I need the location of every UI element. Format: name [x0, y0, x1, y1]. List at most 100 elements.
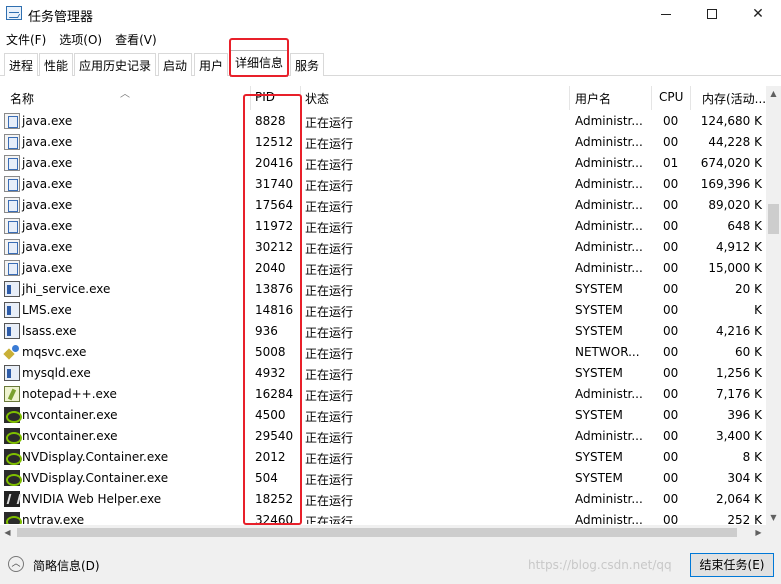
process-user: Administr...: [575, 492, 643, 506]
tab-startup[interactable]: 启动: [158, 53, 193, 76]
process-memory: 648 K: [727, 219, 762, 233]
table-row[interactable]: java.exe 31740 正在运行 Administr... 00 169,396 K: [0, 174, 766, 195]
process-icon: [4, 260, 20, 276]
process-memory: 3,400 K: [715, 429, 762, 443]
vertical-scrollbar[interactable]: ▲ ▼: [766, 86, 781, 525]
tab-bar: 进程 性能 应用历史记录 启动 用户 详细信息 服务: [0, 48, 781, 77]
tab-services[interactable]: 服务: [290, 53, 325, 76]
scroll-down-icon[interactable]: ▼: [766, 510, 781, 525]
process-name: java.exe: [22, 114, 73, 128]
process-user: SYSTEM: [575, 450, 623, 464]
tab-app-history[interactable]: 应用历史记录: [74, 53, 157, 76]
sort-ascending-icon[interactable]: ︿: [120, 85, 130, 100]
process-name: NVDisplay.Container.exe: [22, 450, 169, 464]
table-row[interactable]: lsass.exe 936 正在运行 SYSTEM 00 4,216 K: [0, 321, 766, 342]
highlight-box-pid-column: [243, 94, 302, 525]
process-cpu: 00: [663, 219, 679, 233]
table-header: ︿ 名称 PID 状态 用户名 CPU 内存(活动...: [0, 86, 766, 110]
process-user: Administr...: [575, 240, 643, 254]
end-task-button[interactable]: 结束任务(E): [690, 553, 774, 577]
process-user: SYSTEM: [575, 366, 623, 380]
process-icon: [4, 386, 20, 402]
table-row[interactable]: NVIDIA Web Helper.exe 18252 正在运行 Administr.…: [0, 489, 766, 510]
column-divider[interactable]: [651, 86, 652, 110]
title-bar: 任务管理器 ✕: [0, 0, 781, 28]
table-row[interactable]: NVDisplay.Container.exe 2012 正在运行 SYSTEM 00 8…: [0, 447, 766, 468]
process-name: java.exe: [22, 219, 73, 233]
process-name: lsass.exe: [22, 324, 77, 338]
column-header-user[interactable]: 用户名: [575, 90, 611, 107]
window-title: 任务管理器: [28, 10, 94, 25]
process-memory: 4,912 K: [715, 240, 762, 254]
process-status: 正在运行: [305, 305, 354, 319]
horizontal-scroll-thumb[interactable]: [17, 528, 737, 537]
table-row[interactable]: notepad++.exe 16284 正在运行 Administr... 00 7,17…: [0, 384, 766, 405]
column-header-cpu[interactable]: CPU: [659, 90, 683, 104]
table-row[interactable]: java.exe 20416 正在运行 Administr... 01 674,020 K: [0, 153, 766, 174]
process-name: nvcontainer.exe: [22, 408, 118, 422]
tab-performance[interactable]: 性能: [39, 53, 74, 76]
maximize-button[interactable]: [689, 0, 735, 28]
column-divider[interactable]: [569, 86, 570, 110]
process-user: Administr...: [575, 156, 643, 170]
tab-users[interactable]: 用户: [194, 53, 229, 76]
column-header-status[interactable]: 状态: [305, 90, 329, 107]
process-status: 正在运行: [305, 137, 354, 151]
column-header-memory[interactable]: 内存(活动...: [702, 90, 766, 107]
table-row[interactable]: java.exe 17564 正在运行 Administr... 00 89,020 K: [0, 195, 766, 216]
process-status: 正在运行: [305, 242, 354, 256]
process-user: Administr...: [575, 177, 643, 191]
table-row[interactable]: nvtray.exe 32460 正在运行 Administr... 00 252 K: [0, 510, 766, 524]
table-row[interactable]: nvcontainer.exe 4500 正在运行 SYSTEM 00 396 K: [0, 405, 766, 426]
process-memory: 15,000 K: [708, 261, 762, 275]
table-row[interactable]: java.exe 30212 正在运行 Administr... 00 4,912 K: [0, 237, 766, 258]
table-row[interactable]: NVDisplay.Container.exe 504 正在运行 SYSTEM 00 30…: [0, 468, 766, 489]
process-table-body: java.exe 8828 正在运行 Administr... 00 124,680 Kj…: [0, 111, 766, 524]
process-name: LMS.exe: [22, 303, 72, 317]
column-header-name[interactable]: 名称: [10, 90, 34, 107]
process-cpu: 00: [663, 408, 679, 422]
table-row[interactable]: nvcontainer.exe 29540 正在运行 Administr... 00 3,…: [0, 426, 766, 447]
table-row[interactable]: java.exe 11972 正在运行 Administr... 00 648 K: [0, 216, 766, 237]
process-status: 正在运行: [305, 410, 354, 424]
process-memory: 304 K: [727, 471, 762, 485]
scroll-left-icon[interactable]: ◀: [0, 525, 15, 540]
process-user: SYSTEM: [575, 303, 623, 317]
chevron-up-icon[interactable]: ︿: [8, 556, 24, 572]
process-memory: 1,256 K: [715, 366, 762, 380]
tab-processes[interactable]: 进程: [4, 53, 39, 76]
menu-view[interactable]: 查看(V): [109, 28, 164, 48]
process-icon: [4, 344, 20, 360]
table-row[interactable]: mqsvc.exe 5008 正在运行 NETWOR... 00 60 K: [0, 342, 766, 363]
table-row[interactable]: java.exe 2040 正在运行 Administr... 00 15,000 K: [0, 258, 766, 279]
vertical-scroll-thumb[interactable]: [768, 204, 779, 234]
close-button[interactable]: ✕: [735, 0, 781, 28]
horizontal-scrollbar[interactable]: ◀ ▶: [0, 525, 766, 540]
table-row[interactable]: java.exe 8828 正在运行 Administr... 00 124,680 K: [0, 111, 766, 132]
process-cpu: 00: [663, 261, 679, 275]
process-name: jhi_service.exe: [22, 282, 111, 296]
minimize-button[interactable]: [643, 0, 689, 28]
process-name: nvtray.exe: [22, 513, 85, 524]
table-row[interactable]: LMS.exe 14816 正在运行 SYSTEM 00 K: [0, 300, 766, 321]
process-icon: [4, 491, 20, 507]
table-row[interactable]: jhi_service.exe 13876 正在运行 SYSTEM 00 20 K: [0, 279, 766, 300]
process-name: java.exe: [22, 240, 73, 254]
table-row[interactable]: java.exe 12512 正在运行 Administr... 00 44,228 K: [0, 132, 766, 153]
process-user: SYSTEM: [575, 282, 623, 296]
process-name: java.exe: [22, 135, 73, 149]
menu-options[interactable]: 选项(O): [53, 28, 109, 48]
column-divider[interactable]: [690, 86, 691, 110]
table-row[interactable]: mysqld.exe 4932 正在运行 SYSTEM 00 1,256 K: [0, 363, 766, 384]
process-memory: 7,176 K: [715, 387, 762, 401]
scroll-up-icon[interactable]: ▲: [766, 86, 781, 101]
process-name: java.exe: [22, 261, 73, 275]
process-user: Administr...: [575, 198, 643, 212]
process-status: 正在运行: [305, 263, 354, 277]
fewer-details-link[interactable]: 简略信息(D): [33, 557, 100, 574]
process-memory: 44,228 K: [708, 135, 762, 149]
process-icon: [4, 155, 20, 171]
scroll-right-icon[interactable]: ▶: [751, 525, 766, 540]
menu-file[interactable]: 文件(F): [0, 28, 53, 48]
process-memory: K: [754, 303, 762, 317]
